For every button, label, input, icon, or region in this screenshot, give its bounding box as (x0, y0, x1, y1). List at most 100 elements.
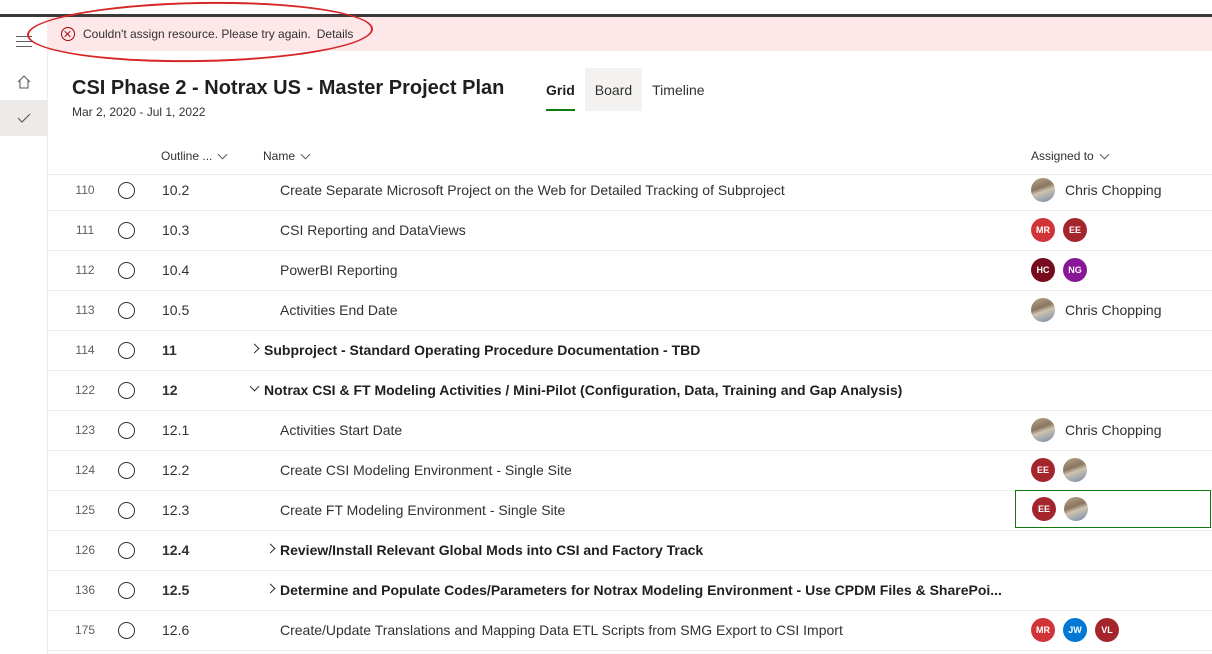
table-row[interactable]: 114 11 Subproject - Standard Operating Pro… (47, 330, 1212, 371)
row-number: 110 (75, 183, 95, 197)
assigned-to-cell[interactable]: Chris Chopping (1031, 170, 1162, 210)
assigned-to-cell[interactable]: MR JW VL (1031, 610, 1127, 650)
assigned-to-cell[interactable]: HC NG (1031, 250, 1095, 290)
column-header-assigned-label: Assigned to (1031, 149, 1094, 163)
row-number: 112 (75, 263, 95, 277)
assigned-to-cell[interactable]: EE (1031, 450, 1095, 490)
complete-task-checkbox[interactable] (118, 422, 135, 439)
table-row[interactable]: 113 10.5 Activities End Date Chris Chopping (47, 290, 1212, 331)
task-name[interactable]: Notrax CSI & FT Modeling Activities / Mi… (264, 370, 902, 410)
task-name[interactable]: Subproject - Standard Operating Procedur… (264, 330, 700, 370)
table-row[interactable]: 112 10.4 PowerBI Reporting HC NG (47, 250, 1212, 291)
column-header-outline-label: Outline ... (161, 149, 213, 163)
tab-board[interactable]: Board (584, 68, 643, 111)
avatar: EE (1063, 218, 1087, 242)
row-number: 111 (75, 223, 95, 237)
avatar: JW (1063, 618, 1087, 642)
column-header-name[interactable]: Name (263, 143, 311, 169)
chevron-down-icon (1099, 149, 1110, 159)
plan-dates: Mar 2, 2020 - Jul 1, 2022 (72, 105, 206, 119)
table-row[interactable]: 125 12.3 Create FT Modeling Environment - … (47, 490, 1212, 531)
avatar: VL (1095, 618, 1119, 642)
table-row[interactable]: 126 12.4 Review/Install Relevant Global Mo… (47, 530, 1212, 571)
view-tabs: Grid Board Timeline (536, 68, 715, 111)
chevron-down-icon (300, 149, 311, 159)
error-circle-icon (61, 27, 75, 41)
outline-number: 12.3 (162, 502, 190, 518)
table-row[interactable]: 110 10.2 Create Separate Microsoft Project… (47, 170, 1212, 211)
chevron-right-icon[interactable] (249, 343, 260, 354)
complete-task-checkbox[interactable] (118, 502, 135, 519)
assigned-to-cell[interactable]: MR EE (1031, 210, 1095, 250)
table-row[interactable]: 111 10.3 CSI Reporting and DataViews MR EE (47, 210, 1212, 251)
table-row[interactable]: 124 12.2 Create CSI Modeling Environment -… (47, 450, 1212, 491)
task-name[interactable]: Review/Install Relevant Global Mods into… (280, 530, 703, 570)
outline-number: 12.5 (162, 582, 190, 598)
column-header-assigned[interactable]: Assigned to (1031, 143, 1110, 169)
table-row[interactable]: 175 12.6 Create/Update Translations and Ma… (47, 610, 1212, 651)
task-name[interactable]: PowerBI Reporting (280, 250, 398, 290)
avatar (1031, 298, 1055, 322)
row-number: 122 (74, 383, 96, 397)
chevron-right-icon[interactable] (265, 583, 276, 594)
outline-number: 12.4 (162, 542, 190, 558)
complete-task-checkbox[interactable] (118, 222, 135, 239)
outline-number: 10.2 (162, 182, 190, 198)
avatar (1031, 178, 1055, 202)
assigned-to-cell[interactable]: Chris Chopping (1031, 290, 1162, 330)
row-number: 123 (74, 423, 96, 437)
column-header-outline[interactable]: Outline ... (161, 143, 228, 169)
menu-button[interactable] (0, 22, 47, 60)
complete-task-checkbox[interactable] (118, 182, 135, 199)
complete-task-checkbox[interactable] (118, 262, 135, 279)
avatar: HC (1031, 258, 1055, 282)
complete-task-checkbox[interactable] (118, 622, 135, 639)
chevron-down-icon[interactable] (249, 381, 260, 392)
avatar: NG (1063, 258, 1087, 282)
home-icon (17, 75, 30, 89)
checkmark-icon (17, 113, 30, 123)
chevron-down-icon (217, 149, 228, 159)
outline-number: 12.2 (162, 462, 190, 478)
task-name[interactable]: Create CSI Modeling Environment - Single… (280, 450, 572, 490)
home-button[interactable] (0, 64, 47, 100)
complete-task-checkbox[interactable] (118, 302, 135, 319)
task-name[interactable]: Create FT Modeling Environment - Single … (280, 490, 565, 530)
row-number: 175 (74, 623, 96, 637)
details-link[interactable]: Details (317, 27, 354, 41)
error-message: Couldn't assign resource. Please try aga… (83, 27, 311, 41)
outline-number: 12.6 (162, 622, 190, 638)
assignee-name: Chris Chopping (1065, 302, 1162, 318)
page-title: CSI Phase 2 - Notrax US - Master Project… (72, 77, 505, 99)
complete-task-checkbox[interactable] (118, 582, 135, 599)
avatar: MR (1031, 618, 1055, 642)
table-row[interactable]: 122 12 Notrax CSI & FT Modeling Activities… (47, 370, 1212, 411)
task-name[interactable]: CSI Reporting and DataViews (280, 210, 466, 250)
assignee-name: Chris Chopping (1065, 182, 1162, 198)
table-row[interactable]: 123 12.1 Activities Start Date Chris Choppi… (47, 410, 1212, 451)
complete-task-checkbox[interactable] (118, 342, 135, 359)
task-name[interactable]: Determine and Populate Codes/Parameters … (280, 570, 1002, 610)
assigned-to-cell[interactable]: EE (1015, 490, 1211, 528)
task-name[interactable]: Create Separate Microsoft Project on the… (280, 170, 785, 210)
tab-grid[interactable]: Grid (536, 68, 585, 111)
complete-task-checkbox[interactable] (118, 542, 135, 559)
outline-number: 12 (162, 382, 178, 398)
complete-task-checkbox[interactable] (118, 462, 135, 479)
tab-timeline[interactable]: Timeline (642, 68, 714, 111)
avatar (1031, 418, 1055, 442)
avatar: EE (1031, 458, 1055, 482)
tasks-button[interactable] (0, 100, 47, 136)
table-row[interactable]: 136 12.5 Determine and Populate Codes/Para… (47, 570, 1212, 611)
task-name[interactable]: Activities End Date (280, 290, 398, 330)
chevron-right-icon[interactable] (265, 543, 276, 554)
error-banner: Couldn't assign resource. Please try aga… (47, 17, 1212, 51)
assigned-to-cell[interactable]: Chris Chopping (1031, 410, 1162, 450)
outline-number: 12.1 (162, 422, 190, 438)
task-name[interactable]: Activities Start Date (280, 410, 402, 450)
row-number: 126 (74, 543, 96, 557)
task-name[interactable]: Create/Update Translations and Mapping D… (280, 610, 843, 650)
assignee-name: Chris Chopping (1065, 422, 1162, 438)
row-number: 125 (74, 503, 96, 517)
complete-task-checkbox[interactable] (118, 382, 135, 399)
